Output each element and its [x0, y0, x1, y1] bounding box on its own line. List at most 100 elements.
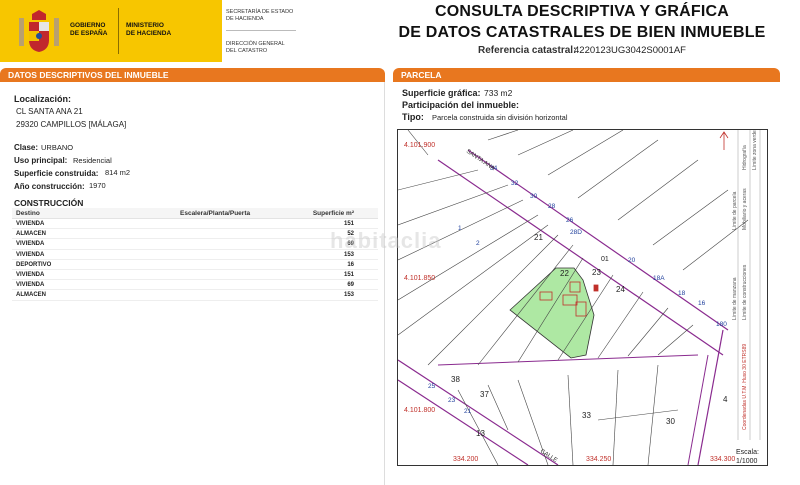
legend-item: Mobiliario y aceras: [742, 188, 748, 230]
superficie-grafica-label: Superficie gráfica:: [402, 88, 481, 98]
cell-destino: DEPORTIVO: [16, 261, 52, 268]
street-num: 18: [678, 290, 686, 297]
street-num: 1: [458, 225, 462, 232]
construccion-table: Destino Escalera/Planta/Puerta Superfici…: [12, 208, 378, 301]
cell-superficie: 151: [343, 271, 354, 278]
uso-label: Uso principal:: [14, 156, 68, 165]
referencia-label: Referencia catastral:: [478, 45, 577, 56]
table-row: ALMACEN 153: [12, 290, 378, 301]
parcel-13: 13: [476, 429, 485, 438]
street-edge-right-2: [687, 354, 709, 465]
street-edge-right-1: [697, 329, 724, 465]
secretaria-divider: [226, 30, 296, 31]
street-num: 28: [548, 203, 556, 210]
cell-destino: ALMACEN: [16, 292, 46, 299]
ano-construccion-label: Año construcción:: [14, 182, 85, 191]
coord-bottom-left: 334.200: [453, 456, 478, 463]
street-num: 16: [698, 300, 706, 307]
parcel-37: 37: [480, 390, 489, 399]
clase-label: Clase:: [14, 143, 39, 152]
parcela-bar: PARCELA: [393, 68, 780, 82]
street-santa-ana: SANTA ANA: [465, 149, 496, 172]
parcel-24: 24: [616, 285, 625, 294]
street-num: 180: [716, 321, 727, 328]
page-title: CONSULTA DESCRIPTIVA Y GRÁFICA DE DATOS …: [398, 3, 766, 41]
cell-superficie: 151: [343, 221, 354, 227]
coord-bottom-right: 334.300: [710, 456, 735, 463]
parcel-30: 30: [666, 417, 675, 426]
cell-destino: ALMACEN: [16, 231, 46, 238]
superficie-construida-label: Superficie construida:: [14, 169, 99, 178]
north-arrow-icon: [719, 131, 729, 150]
street-calle: CALLE: [539, 449, 558, 464]
street-num: 28D: [570, 229, 582, 236]
block-edge-lower: [437, 354, 699, 366]
table-row: VIVIENDA 69: [12, 280, 378, 291]
street-num: 21: [464, 408, 472, 415]
parcel-38: 38: [451, 375, 460, 384]
legend-item: Límite de parcela: [732, 191, 738, 230]
superficie-grafica-value: 733 m2: [484, 88, 513, 98]
legend-item: Hidrografía: [742, 145, 748, 170]
watermark-text: habitaclia: [330, 228, 442, 253]
street-num: 2: [476, 240, 480, 247]
datos-descriptivos-bar: DATOS DESCRIPTIVOS DEL INMUEBLE: [0, 68, 385, 82]
cell-destino: VIVIENDA: [16, 271, 45, 278]
construccion-heading: CONSTRUCCIÓN: [14, 198, 84, 208]
ministerio-text: MINISTERIO DE HACIENDA: [126, 22, 172, 37]
coat-of-arms-icon: [16, 8, 62, 56]
coord-bottom-mid: 334.250: [586, 456, 611, 463]
table-row: VIVIENDA 153: [12, 250, 378, 260]
table-row: VIVIENDA 69: [12, 239, 378, 250]
cell-destino: VIVIENDA: [16, 282, 45, 289]
cell-superficie: 69: [347, 282, 354, 289]
highlighted-parcel: [509, 267, 595, 359]
map-drawing: 4.101.900 4.101.850 4.101.800 334.200 33…: [398, 130, 761, 465]
parcel-22: 22: [560, 269, 569, 278]
address-line-1: CL SANTA ANA 21: [16, 107, 83, 116]
coord-low: 4.101.800: [404, 407, 435, 414]
logo-divider: [118, 8, 119, 54]
legend-item: Límite de construcciones: [742, 264, 748, 320]
cell-destino: VIVIENDA: [16, 241, 45, 248]
table-header: Destino Escalera/Planta/Puerta Superfici…: [12, 208, 378, 219]
tipo-value: Parcela construida sin división horizont…: [432, 113, 568, 122]
street-num: 30: [530, 193, 538, 200]
scale-box: Escala: 1/1000: [736, 449, 759, 465]
legend-item: Límite zona verde: [752, 130, 758, 170]
col-escalera: Escalera/Planta/Puerta: [180, 210, 251, 217]
coord-mid: 4.101.850: [404, 275, 435, 282]
map-legend: Límite de manzana Límite de parcela Lími…: [732, 130, 758, 430]
clase-value: URBANO: [41, 143, 74, 152]
street-num: 20: [628, 257, 636, 264]
street-num: 18A: [653, 275, 665, 282]
address-line-2: 29320 CAMPILLOS [MÁLAGA]: [16, 120, 127, 129]
table-row: VIVIENDA 151: [12, 219, 378, 230]
gobierno-de-espana-text: GOBIERNO DE ESPAÑA: [70, 22, 108, 37]
participacion-label: Participación del inmueble:: [402, 100, 520, 110]
escala-label: Escala:: [736, 449, 759, 456]
table-row: ALMACEN 52: [12, 229, 378, 240]
street-num: 26: [566, 217, 574, 224]
street-edge-bottom-2: [398, 379, 529, 465]
superficie-construida-value: 814 m2: [105, 168, 131, 177]
cell-superficie: 16: [347, 261, 354, 268]
escala-value: 1/1000: [736, 458, 758, 465]
secretaria-text: SECRETARÍA DE ESTADO DE HACIENDA: [226, 9, 294, 22]
col-destino: Destino: [16, 210, 40, 217]
uso-value: Residencial: [73, 156, 112, 165]
cell-destino: VIVIENDA: [16, 251, 45, 258]
street-num: 32: [511, 180, 519, 187]
ano-construccion-value: 1970: [89, 181, 106, 190]
cadastral-map[interactable]: 4.101.900 4.101.850 4.101.800 334.200 33…: [397, 129, 768, 466]
parcel-21: 21: [534, 233, 543, 242]
legend-item: Límite de manzana: [732, 277, 738, 320]
parcel-01: 01: [601, 256, 609, 263]
parcel-23: 23: [592, 268, 601, 277]
coord-top: 4.101.900: [404, 142, 435, 149]
parcel-33: 33: [582, 411, 591, 420]
tipo-label: Tipo:: [402, 112, 424, 122]
localizacion-label: Localización:: [14, 94, 72, 104]
legend-note: Coordenadas U.T.M. Huso 30 ETRS89: [742, 344, 748, 430]
table-row: DEPORTIVO 16: [12, 260, 378, 270]
